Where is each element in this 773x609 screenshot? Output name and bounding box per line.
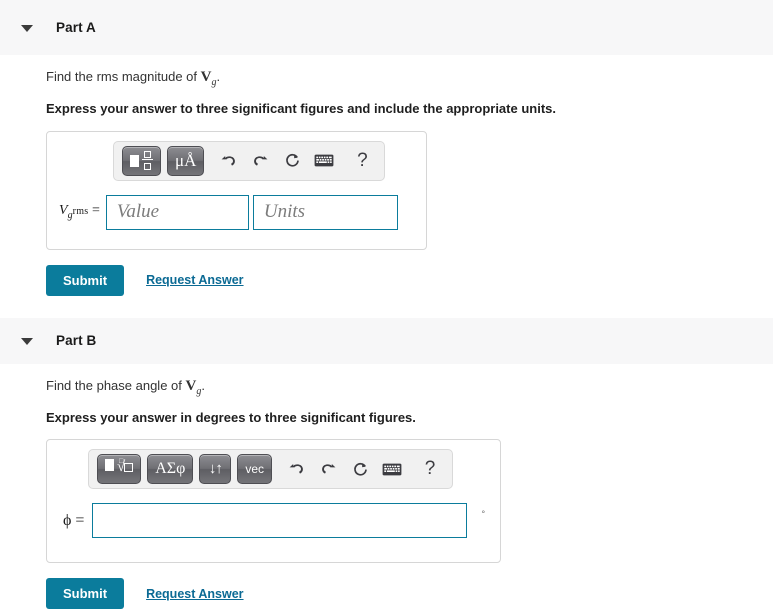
part-a-equation-label: Vgrms = <box>59 203 100 221</box>
greek-symbols-button[interactable]: ΑΣφ <box>147 454 194 485</box>
voltage-symbol-base: V <box>185 377 197 394</box>
part-b-prompt-suffix: . <box>201 377 205 393</box>
part-a-answer-panel: μÅ ? Vgrms = Value Units <box>46 130 427 250</box>
redo-icon[interactable] <box>246 148 274 174</box>
voltage-symbol: Vg <box>200 69 217 88</box>
part-b-answer-panel: □ √ ΑΣφ ↓↑ vec ? ϕ = ° <box>46 439 501 564</box>
reset-icon[interactable] <box>346 456 374 482</box>
keyboard-icon[interactable] <box>310 148 338 174</box>
part-b-equation-equals: = <box>75 511 85 529</box>
reset-icon[interactable] <box>278 148 306 174</box>
arrows-button-label: ↓↑ <box>208 460 223 477</box>
voltage-symbol: Vg <box>185 377 202 397</box>
submit-button[interactable]: Submit <box>46 264 125 296</box>
part-a-equation-symbol: V <box>59 203 68 219</box>
part-b-title: Part B <box>56 333 97 349</box>
template-button[interactable]: □ √ <box>97 454 142 485</box>
part-b-header[interactable]: Part B <box>0 317 773 364</box>
redo-icon[interactable] <box>314 456 342 482</box>
part-a-submit-row: Submit Request Answer <box>46 264 773 296</box>
part-a-prompt-text: Find the rms magnitude of <box>46 69 201 84</box>
part-a-equation-equals: = <box>91 203 100 219</box>
part-a-prompt: Find the rms magnitude of Vg. <box>46 68 773 89</box>
chevron-down-icon[interactable] <box>20 21 34 35</box>
arrows-button[interactable]: ↓↑ <box>199 454 232 485</box>
part-a-title: Part A <box>56 20 96 35</box>
part-a-input-row: Vgrms = Value Units <box>57 194 416 230</box>
units-input[interactable]: Units <box>252 194 398 230</box>
part-b-section: Part B Find the phase angle of Vg. Expre… <box>0 317 773 609</box>
part-a-equation-qualifier: rms <box>72 206 89 218</box>
part-a-section: Part A Find the rms magnitude of Vg. Exp… <box>0 0 773 296</box>
part-a-prompt-suffix: . <box>216 69 221 84</box>
value-input[interactable]: Value <box>105 194 249 230</box>
phi-symbol: ϕ <box>63 511 72 529</box>
units-button-label: μÅ <box>175 151 197 171</box>
help-icon[interactable]: ? <box>416 456 444 482</box>
part-b-math-toolbar: □ √ ΑΣφ ↓↑ vec ? <box>88 449 454 490</box>
part-b-prompt: Find the phase angle of Vg. <box>46 377 773 398</box>
help-icon[interactable]: ? <box>348 148 376 174</box>
degree-unit-label: ° <box>481 509 486 520</box>
phi-input[interactable] <box>92 503 468 539</box>
voltage-symbol-base: V <box>200 69 212 85</box>
template-button[interactable] <box>122 145 161 176</box>
part-b-input-row: ϕ = ° <box>57 503 490 539</box>
part-b-equation-label: ϕ = <box>63 512 84 530</box>
units-button[interactable]: μÅ <box>167 145 205 176</box>
part-b-body: Find the phase angle of Vg. Express your… <box>0 364 773 609</box>
vector-button[interactable]: vec <box>237 454 273 485</box>
chevron-down-icon[interactable] <box>20 334 34 348</box>
part-b-instruction: Express your answer in degrees to three … <box>46 409 416 425</box>
request-answer-link[interactable]: Request Answer <box>146 273 243 287</box>
undo-icon[interactable] <box>214 148 242 174</box>
template-root-icon: □ √ <box>105 458 134 479</box>
keyboard-icon[interactable] <box>378 456 406 482</box>
template-squares-icon <box>130 150 153 171</box>
part-a-math-toolbar: μÅ ? <box>113 140 386 181</box>
part-b-prompt-text: Find the phase angle of <box>46 377 186 393</box>
part-a-body: Find the rms magnitude of Vg. Express yo… <box>0 55 773 296</box>
units-input-placeholder: Units <box>263 201 306 223</box>
part-a-instruction: Express your answer to three significant… <box>46 101 556 116</box>
part-a-header[interactable]: Part A <box>0 0 773 55</box>
undo-icon[interactable] <box>282 456 310 482</box>
value-input-placeholder: Value <box>116 201 160 223</box>
vector-button-label: vec <box>245 462 265 477</box>
greek-symbols-button-label: ΑΣφ <box>155 460 186 478</box>
